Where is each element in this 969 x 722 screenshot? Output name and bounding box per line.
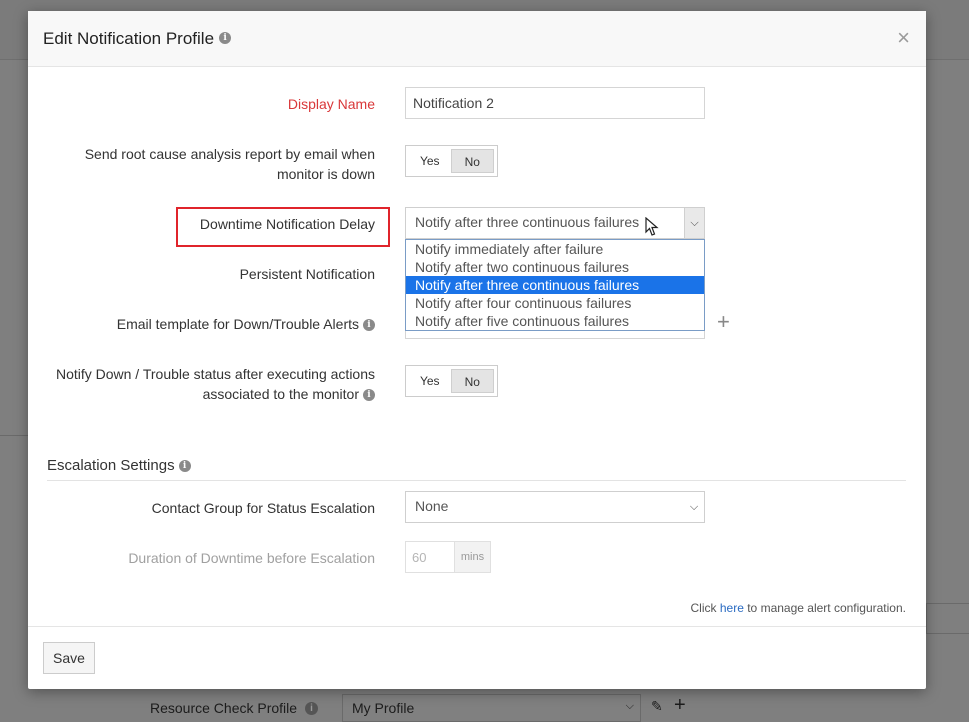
contact-group-selected-value: None [415,498,449,514]
persistent-notification-label: Persistent Notification [239,266,375,282]
info-icon: i [305,701,319,715]
notify-after-actions-label-line2: associated to the monitor [202,386,359,402]
rca-report-label-line1: Send root cause analysis report by email… [84,146,375,162]
rca-report-label-line2: monitor is down [276,166,375,182]
rca-report-no-option[interactable]: No [450,149,494,173]
notify-after-actions-label: Notify Down / Trouble status after execu… [56,364,375,404]
downtime-delay-selected-value: Notify after three continuous failures [415,214,640,230]
info-icon[interactable]: i [219,32,232,45]
dropdown-option[interactable]: Notify after four continuous failures [406,294,704,312]
background-divider [0,435,28,436]
alert-config-note-prefix: Click [690,601,720,615]
display-name-label: Display Name [287,96,375,112]
mouse-cursor-icon [645,217,659,236]
email-template-label-text: Email template for Down/Trouble Alerts [116,316,359,332]
info-icon[interactable]: i [363,319,375,332]
section-divider [47,480,906,481]
downtime-duration-label: Duration of Downtime before Escalation [128,550,375,566]
contact-group-label: Contact Group for Status Escalation [151,500,375,516]
modal-title-text: Edit Notification Profile [43,29,215,48]
manage-alert-config-link[interactable]: here [720,601,744,615]
add-email-template-button[interactable]: + [717,309,730,335]
notify-after-actions-toggle[interactable]: Yes No [405,365,498,397]
notify-after-actions-no-option[interactable]: No [450,369,494,393]
contact-group-select[interactable]: None ⌵ [405,491,705,523]
chevron-down-icon: ⌵ [625,700,634,712]
modal-header: Edit Notification Profile i × [28,11,926,67]
dropdown-option-selected[interactable]: Notify after three continuous failures [406,276,704,294]
chevron-down-icon[interactable]: ⌵ [684,208,704,238]
downtime-duration-unit: mins [454,542,490,572]
rca-report-yes-option[interactable]: Yes [409,149,451,173]
notify-after-actions-label-line2-wrap: associated to the monitor i [56,384,375,404]
alert-config-note-suffix: to manage alert configuration. [743,601,906,615]
email-template-label: Email template for Down/Trouble Alerts i [117,314,375,334]
dropdown-option[interactable]: Notify immediately after failure [406,240,704,258]
info-icon[interactable]: i [363,389,375,402]
background-panel [926,603,969,634]
rca-report-toggle[interactable]: Yes No [405,145,498,177]
pencil-icon: ✎ [651,698,663,714]
downtime-duration-value[interactable]: 60 [406,542,454,572]
display-name-input[interactable] [405,87,705,119]
notify-after-actions-label-line1: Notify Down / Trouble status after execu… [55,366,375,382]
plus-icon: + [674,694,686,716]
dropdown-option[interactable]: Notify after two continuous failures [406,258,704,276]
background-select-value: My Profile [352,700,415,716]
escalation-settings-title-text: Escalation Settings [47,457,175,474]
info-icon[interactable]: i [178,460,191,473]
downtime-delay-dropdown-list: Notify immediately after failure Notify … [405,239,705,331]
save-button[interactable]: Save [43,642,95,674]
downtime-duration-input[interactable]: 60 mins [405,541,491,573]
background-profile-select: My Profile ⌵ [342,694,641,722]
downtime-delay-select[interactable]: Notify after three continuous failures ⌵ [405,207,705,239]
modal-title: Edit Notification Profile i [43,29,232,49]
dropdown-option[interactable]: Notify after five continuous failures [406,312,704,330]
escalation-settings-title: Escalation Settings i [47,457,191,474]
notify-after-actions-yes-option[interactable]: Yes [409,369,451,393]
alert-config-note: Click here to manage alert configuration… [691,601,906,615]
edit-notification-profile-dialog: Edit Notification Profile i × Display Nam… [28,11,926,689]
downtime-delay-label: Downtime Notification Delay [199,216,375,232]
modal-footer: Save [28,626,926,689]
rca-report-label: Send root cause analysis report by email… [85,144,375,184]
background-row-label: Resource Check Profile [150,700,298,716]
close-icon[interactable]: × [897,25,910,51]
chevron-down-icon[interactable]: ⌵ [684,492,704,522]
background-resource-check-label: Resource Check Profile i [150,696,319,720]
